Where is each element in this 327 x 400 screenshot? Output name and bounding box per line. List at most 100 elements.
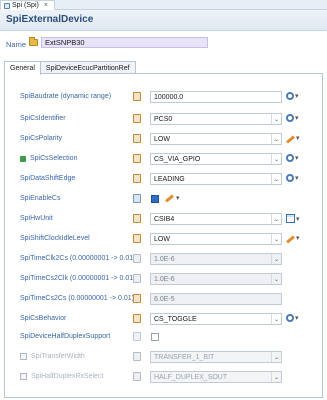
spitimecs2clk-value: 1.0E-6 bbox=[154, 275, 175, 283]
parameter-doc-icon[interactable] bbox=[133, 372, 141, 381]
chevron-down-icon[interactable]: ▾ bbox=[176, 194, 180, 202]
spihwunit-value: CSIB4 bbox=[154, 215, 175, 223]
spibaudrate-label: SpiBaudrate (dynamic range) bbox=[20, 93, 111, 100]
spicsidentifier-dropdown[interactable]: PCS0 ⌄ bbox=[150, 113, 282, 125]
enable-checkbox[interactable] bbox=[20, 353, 27, 360]
table-icon[interactable] bbox=[286, 214, 295, 223]
chevron-down-icon[interactable]: ▾ bbox=[295, 114, 299, 122]
property-row-spicsselection: SpiCsSelection CS_VIA_GPIO ⌄ ▾ bbox=[5, 152, 324, 166]
chevron-down-icon[interactable]: ⌄ bbox=[271, 254, 281, 264]
spitimecs2clk-label: SpiTimeCs2Clk (0.00000001 -> 0.01) bbox=[20, 275, 136, 282]
tab-general[interactable]: General bbox=[4, 61, 41, 75]
chevron-down-icon[interactable]: ⌄ bbox=[271, 174, 281, 184]
spienablecs-checkbox[interactable] bbox=[151, 195, 159, 203]
parameter-doc-icon[interactable] bbox=[133, 294, 141, 303]
spidatashiftedge-dropdown[interactable]: LEADING ⌄ bbox=[150, 173, 282, 185]
spitimecs2clk-dropdown[interactable]: 1.0E-6 ⌄ bbox=[150, 273, 282, 285]
editor-tab[interactable]: Spi (Spi) × bbox=[0, 0, 55, 10]
edit-pencil-icon[interactable] bbox=[286, 135, 295, 144]
spicsidentifier-label-text: SpiCsIdentifier bbox=[20, 115, 66, 122]
spibaudrate-field[interactable]: 100000.0 bbox=[150, 91, 282, 103]
chevron-down-icon[interactable]: ⌄ bbox=[271, 154, 281, 164]
spihwunit-dropdown[interactable]: CSIB4 ⌄ bbox=[150, 213, 282, 225]
spitimecs2clk-label-text: SpiTimeCs2Clk (0.00000001 -> 0.01) bbox=[20, 275, 136, 282]
property-row-spitimeclk2cs: SpiTimeClk2Cs (0.00000001 -> 0.01) 1.0E-6… bbox=[5, 252, 324, 266]
reference-icon bbox=[20, 155, 26, 162]
parameter-doc-icon[interactable] bbox=[133, 254, 141, 263]
gear-icon[interactable] bbox=[286, 314, 294, 322]
spitimecs2cs-label: SpiTimeCs2Cs (0.00000001 -> 0.01) bbox=[20, 295, 134, 302]
enable-checkbox[interactable] bbox=[20, 373, 27, 380]
spitimeclk2cs-label-text: SpiTimeClk2Cs (0.00000001 -> 0.01) bbox=[20, 255, 136, 262]
property-row-spidevicehalfduplexsupport: SpiDeviceHalfDuplexSupport bbox=[5, 330, 324, 344]
spicsselection-dropdown[interactable]: CS_VIA_GPIO ⌄ bbox=[150, 153, 282, 165]
chevron-down-icon[interactable]: ▾ bbox=[296, 134, 300, 142]
spitransferwidth-dropdown: TRANSFER_1_BIT ⌄ bbox=[150, 351, 282, 363]
parameter-doc-icon[interactable] bbox=[133, 154, 141, 163]
spitimeclk2cs-label: SpiTimeClk2Cs (0.00000001 -> 0.01) bbox=[20, 255, 136, 262]
parameter-doc-icon[interactable] bbox=[133, 314, 141, 323]
chevron-down-icon[interactable]: ⌄ bbox=[271, 234, 281, 244]
chevron-down-icon[interactable]: ⌄ bbox=[271, 274, 281, 284]
parameter-doc-icon[interactable] bbox=[133, 352, 141, 361]
chevron-down-icon[interactable]: ▾ bbox=[295, 154, 299, 162]
spihalfduplexrxselect-label: SpiHalfDuplexRxSelect bbox=[20, 373, 103, 380]
spicsidentifier-label: SpiCsIdentifier bbox=[20, 115, 66, 122]
parameter-doc-icon[interactable] bbox=[133, 214, 141, 223]
parameter-doc-icon[interactable] bbox=[133, 92, 141, 101]
parameter-flag-icon[interactable] bbox=[133, 194, 141, 203]
chevron-down-icon[interactable]: ⌄ bbox=[271, 114, 281, 124]
row-actions: ▾ bbox=[286, 154, 299, 162]
name-label: Name bbox=[6, 40, 27, 49]
spihalfduplexrxselect-dropdown: HALF_DUPLEX_SOUT ⌄ bbox=[150, 371, 282, 383]
property-row-spicspolarity: SpiCsPolarity LOW ⌄ ▾ bbox=[5, 132, 324, 146]
property-row-spibaudrate: SpiBaudrate (dynamic range) 100000.0 ▾ bbox=[5, 90, 324, 104]
spishiftclockidlelevel-label-text: SpiShiftClockIdleLevel bbox=[20, 235, 90, 242]
gear-icon[interactable] bbox=[286, 92, 294, 100]
spicsbehavior-label-text: SpiCsBehavior bbox=[20, 315, 67, 322]
spidevicehalfduplexsupport-label-text: SpiDeviceHalfDuplexSupport bbox=[20, 333, 111, 340]
spishiftclockidlelevel-dropdown[interactable]: LOW ⌄ bbox=[150, 233, 282, 245]
edit-pencil-icon[interactable] bbox=[165, 193, 174, 203]
gear-icon[interactable] bbox=[286, 154, 294, 162]
parameter-doc-icon[interactable] bbox=[133, 174, 141, 183]
row-actions: ▾ bbox=[286, 314, 299, 322]
spicsbehavior-dropdown[interactable]: CS_TOGGLE ⌄ bbox=[150, 313, 282, 325]
spicspolarity-dropdown[interactable]: LOW ⌄ bbox=[150, 133, 282, 145]
spitimecs2cs-value: 6.0E-5 bbox=[154, 295, 175, 303]
close-icon[interactable]: × bbox=[44, 2, 48, 9]
row-actions: ▾ bbox=[286, 92, 299, 100]
name-input[interactable]: ExtSNPB30 bbox=[41, 37, 208, 48]
spibaudrate-value: 100000.0 bbox=[154, 93, 184, 101]
spitimeclk2cs-dropdown[interactable]: 1.0E-6 ⌄ bbox=[150, 253, 282, 265]
chevron-down-icon[interactable]: ▾ bbox=[295, 314, 299, 322]
spicspolarity-label-text: SpiCsPolarity bbox=[20, 135, 63, 142]
chevron-down-icon[interactable]: ▾ bbox=[295, 174, 299, 182]
spitimecs2cs-field[interactable]: 6.0E-5 bbox=[150, 293, 282, 305]
gear-icon[interactable] bbox=[286, 174, 294, 182]
parameter-doc-icon[interactable] bbox=[133, 114, 141, 123]
chevron-down-icon[interactable]: ▾ bbox=[295, 92, 299, 100]
parameter-doc-icon[interactable] bbox=[133, 134, 141, 143]
spishiftclockidlelevel-value: LOW bbox=[154, 235, 170, 243]
spidevicehalfduplexsupport-checkbox[interactable] bbox=[151, 333, 159, 341]
chevron-down-icon[interactable]: ▾ bbox=[296, 234, 300, 242]
property-row-spishiftclockidlelevel: SpiShiftClockIdleLevel LOW ⌄ ▾ bbox=[5, 232, 324, 246]
row-actions: ▾ bbox=[286, 134, 300, 144]
property-row-spihwunit: SpiHwUnit CSIB4 ⌄ ▾ bbox=[5, 212, 324, 226]
parameter-doc-icon[interactable] bbox=[133, 274, 141, 283]
gear-icon[interactable] bbox=[286, 114, 294, 122]
row-actions: ▾ bbox=[286, 214, 300, 223]
spihwunit-label: SpiHwUnit bbox=[20, 215, 53, 222]
spicsselection-value: CS_VIA_GPIO bbox=[154, 155, 201, 163]
parameter-doc-icon[interactable] bbox=[133, 234, 141, 243]
chevron-down-icon[interactable]: ⌄ bbox=[271, 314, 281, 324]
row-actions: ▾ bbox=[286, 174, 299, 182]
chevron-down-icon[interactable]: ⌄ bbox=[271, 134, 281, 144]
edit-pencil-icon[interactable] bbox=[286, 235, 295, 244]
chevron-down-icon[interactable]: ▾ bbox=[296, 215, 300, 223]
parameter-flag-icon[interactable] bbox=[133, 332, 141, 341]
chevron-down-icon[interactable]: ⌄ bbox=[271, 214, 281, 224]
chevron-down-icon: ⌄ bbox=[271, 372, 281, 382]
row-actions: ▾ bbox=[286, 114, 299, 122]
